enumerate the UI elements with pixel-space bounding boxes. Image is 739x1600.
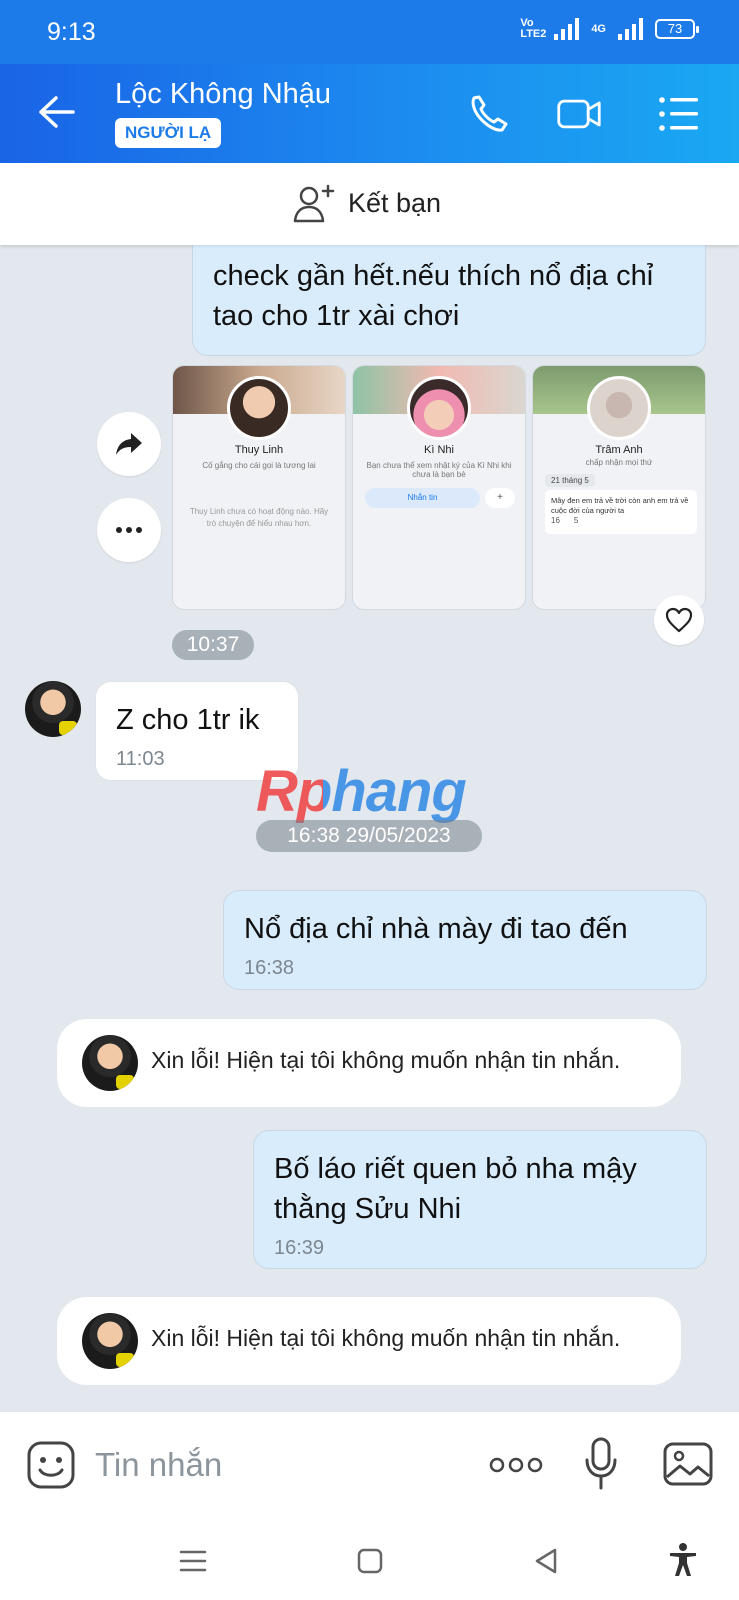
profile-name: Kì Nhi: [424, 444, 454, 456]
auto-reply-text: Xin lỗi! Hiện tại tôi không muốn nhận ti…: [151, 1047, 621, 1073]
sender-avatar: [82, 1035, 138, 1091]
post-text: Mây đen em trả về trời còn anh em trả về…: [545, 490, 697, 534]
message-time: 11:03: [116, 748, 165, 770]
recent-apps-icon[interactable]: [178, 1549, 208, 1573]
profile-note: Thuy Linh chưa có hoạt động nào. Hãy trò…: [189, 507, 329, 528]
system-nav-bar: [0, 1519, 739, 1600]
outgoing-message[interactable]: Bố láo riết quen bỏ nha mậy thằng Sửu Nh…: [253, 1130, 707, 1269]
profile-name: Thuy Linh: [234, 444, 284, 456]
add-friend-bar-cover: Kết bạn: [0, 163, 739, 245]
profile-avatar: [587, 376, 651, 440]
date-separator: 16:38 29/05/2023: [256, 820, 482, 852]
image-timestamp: 10:37: [172, 630, 254, 660]
post-date: 21 tháng 5: [545, 474, 595, 487]
more-actions-icon[interactable]: [488, 1456, 544, 1474]
signal-2-icon: [618, 18, 643, 40]
react-heart-button[interactable]: [654, 595, 704, 645]
profile-card-tram-anh: Trâm Anh chấp nhận mọi thứ 21 tháng 5 Mâ…: [532, 365, 706, 610]
message-input[interactable]: Tin nhắn: [95, 1446, 222, 1484]
stranger-badge: NGƯỜI LẠ: [115, 118, 222, 148]
phone-call-icon[interactable]: [466, 92, 512, 136]
back-arrow-icon[interactable]: [36, 94, 76, 130]
signal-1-icon: [554, 18, 580, 40]
profile-avatar: [407, 376, 471, 440]
video-call-icon[interactable]: [556, 92, 602, 136]
add-friend-chip: +: [485, 488, 515, 508]
menu-list-icon[interactable]: [656, 92, 702, 136]
status-indicators: Vo LTE2 4G 73: [520, 17, 699, 40]
back-nav-icon[interactable]: [532, 1547, 560, 1575]
heart-icon: [665, 607, 693, 633]
message-text-line-1: Bố láo riết quen bỏ nha mậy: [274, 1153, 637, 1185]
forward-button[interactable]: [97, 412, 161, 476]
message-text: Nổ địa chỉ nhà mày đi tao đến: [244, 913, 628, 945]
auto-reply-message: Xin lỗi! Hiện tại tôi không muốn nhận ti…: [57, 1019, 681, 1107]
like-count: 16: [551, 516, 560, 525]
message-text-line-2: thằng Sửu Nhi: [274, 1193, 462, 1225]
profile-status: Cố gắng cho cái gọi là tương lai: [202, 461, 316, 470]
message-text: check gần hết.nếu thích nổ địa chỉ tao c…: [213, 260, 654, 332]
sender-avatar: [82, 1313, 138, 1369]
profile-name: Trâm Anh: [595, 444, 643, 456]
auto-reply-text: Xin lỗi! Hiện tại tôi không muốn nhận ti…: [151, 1325, 621, 1351]
status-bar: 9:13 Vo LTE2 4G 73: [0, 0, 739, 64]
emoji-sticker-icon[interactable]: [26, 1440, 76, 1490]
status-time: 9:13: [47, 18, 96, 46]
profile-card-ki-nhi: Kì Nhi Bạn chưa thể xem nhật ký của Kì N…: [352, 365, 526, 610]
profile-status: chấp nhận mọi thứ: [585, 458, 653, 467]
network-type: 4G: [591, 23, 606, 35]
watermark-logo: Rphang: [256, 759, 467, 824]
volte-indicator: Vo LTE2: [520, 17, 547, 40]
battery-icon: 73: [655, 19, 699, 39]
accessibility-icon[interactable]: [668, 1543, 698, 1577]
message-composer: Tin nhắn: [0, 1411, 739, 1519]
auto-reply-message: Xin lỗi! Hiện tại tôi không muốn nhận ti…: [57, 1297, 681, 1385]
contact-name[interactable]: Lộc Không Nhậu: [115, 78, 331, 111]
profile-avatar: [227, 376, 291, 440]
forward-icon: [116, 433, 142, 455]
image-picker-icon[interactable]: [662, 1441, 714, 1487]
comment-count: 5: [573, 516, 579, 525]
microphone-icon[interactable]: [583, 1436, 619, 1492]
chat-header: Lộc Không Nhậu NGƯỜI LẠ: [0, 64, 739, 163]
message-chip: Nhắn tin: [365, 488, 480, 508]
message-text: Z cho 1tr ik: [116, 704, 260, 736]
add-friend-label[interactable]: Kết bạn: [348, 188, 441, 219]
shared-image[interactable]: Thuy Linh Cố gắng cho cái gọi là tương l…: [172, 365, 706, 610]
more-options-button[interactable]: [97, 498, 161, 562]
home-icon[interactable]: [356, 1547, 384, 1575]
profile-status: Bạn chưa thể xem nhật ký của Kì Nhi khi …: [366, 461, 512, 479]
message-time: 16:38: [244, 957, 295, 979]
message-time: 16:39: [274, 1237, 325, 1259]
outgoing-message[interactable]: Nổ địa chỉ nhà mày đi tao đến 16:38: [223, 890, 707, 990]
post-stats: 16 5: [551, 516, 578, 525]
more-dots-icon: [116, 527, 142, 533]
sender-avatar[interactable]: [25, 681, 81, 737]
profile-card-thuy-linh: Thuy Linh Cố gắng cho cái gọi là tương l…: [172, 365, 346, 610]
add-friend-icon: [293, 184, 335, 223]
